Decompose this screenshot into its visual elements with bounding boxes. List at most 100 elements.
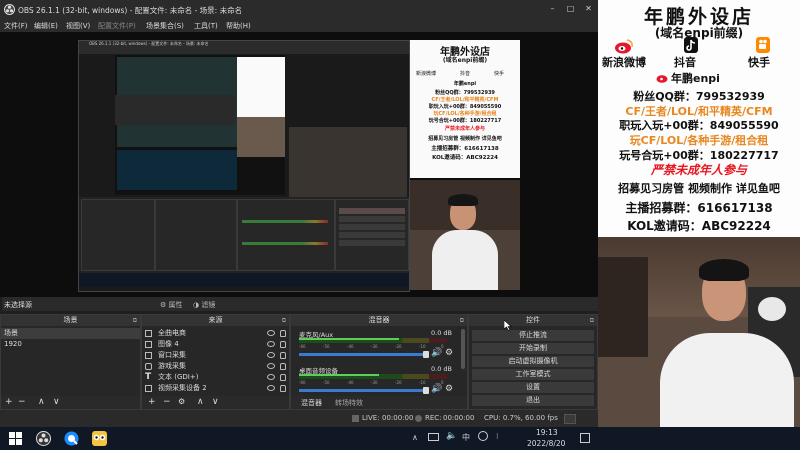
properties-button[interactable]: ⚙ 属性 — [160, 300, 183, 310]
speaker-icon[interactable]: 🔊 — [431, 348, 442, 358]
nested-wallpaper — [117, 150, 237, 190]
visibility-icon[interactable] — [267, 385, 275, 391]
lock-icon[interactable] — [280, 374, 286, 381]
close-icon[interactable]: ✕ — [584, 4, 593, 13]
volume-slider-handle[interactable] — [423, 351, 429, 358]
mixer-header: 混音器 ⧉ — [291, 315, 467, 326]
source-item[interactable]: 全曲电商 — [142, 328, 289, 339]
menu-view[interactable]: 视图(V) — [66, 21, 90, 31]
app-owl-taskbar-icon[interactable] — [92, 431, 107, 446]
menu-tools[interactable]: 工具(T) — [194, 21, 218, 31]
volume-slider-handle[interactable] — [423, 387, 429, 394]
clock-date[interactable]: 2022/8/20 — [527, 439, 565, 448]
social-weibo-label: 新浪微博 — [602, 56, 646, 69]
gear-icon[interactable]: ⚙ — [445, 348, 453, 358]
source-item[interactable]: T 文本 (GDI+) — [142, 372, 289, 383]
tab-mixer[interactable]: 混音器 — [301, 398, 322, 408]
stop-streaming-button[interactable]: 停止推流 — [472, 330, 594, 341]
visibility-icon[interactable] — [267, 352, 275, 358]
remove-icon[interactable]: − — [163, 397, 171, 407]
nested-docks — [79, 197, 409, 287]
maximize-icon[interactable]: □ — [566, 4, 575, 13]
network-icon[interactable] — [428, 433, 439, 441]
move-up-icon[interactable]: ∧ — [38, 397, 45, 407]
lock-icon[interactable] — [280, 352, 286, 359]
dock-float-icon[interactable]: ⧉ — [282, 315, 286, 326]
dock-float-icon[interactable]: ⧉ — [590, 315, 594, 326]
menu-help[interactable]: 帮助(H) — [226, 21, 251, 31]
menu-file[interactable]: 文件(F) — [4, 21, 28, 31]
ime-mode-icon[interactable] — [478, 431, 488, 441]
source-item-label: 文本 (GDI+) — [158, 373, 199, 381]
clock-time[interactable]: 19:13 — [536, 428, 558, 437]
volume-slider[interactable] — [299, 353, 427, 356]
scene-item[interactable]: 场景 — [1, 328, 140, 339]
visibility-icon[interactable] — [267, 330, 275, 336]
browser-taskbar-icon[interactable] — [64, 431, 79, 446]
studio-mode-button[interactable]: 工作室模式 — [472, 369, 594, 380]
ime-punct-icon[interactable]: ⁝ — [496, 432, 499, 441]
menu-edit[interactable]: 编辑(E) — [34, 21, 58, 31]
nested-preview — [115, 55, 285, 195]
visibility-icon[interactable] — [267, 374, 275, 380]
menu-scene-collection[interactable]: 场景集合(S) — [146, 21, 184, 31]
menu-profile[interactable]: 配置文件(P) — [98, 21, 136, 31]
lock-icon[interactable] — [280, 385, 286, 392]
meter-tick: -40 — [347, 344, 354, 349]
minimize-icon[interactable]: – — [548, 4, 557, 13]
visibility-icon[interactable] — [267, 363, 275, 369]
tray-expand-icon[interactable]: ∧ — [412, 433, 418, 442]
input-method-icon[interactable]: 中 — [462, 432, 470, 443]
speaker-icon[interactable]: 🔊 — [431, 384, 442, 394]
dock-float-icon[interactable]: ⧉ — [460, 315, 464, 326]
mixer-scrollbar[interactable] — [461, 329, 465, 369]
settings-button[interactable]: 设置 — [472, 382, 594, 393]
window-icon — [145, 352, 152, 359]
lock-icon[interactable] — [280, 330, 286, 337]
preview-canvas[interactable]: OBS 26.1.1 (32-bit, windows) - 配置文件: 未命名… — [0, 32, 598, 297]
rec-indicator-icon — [415, 415, 422, 422]
preview-line-6: 招募见习房管 视频制作 详见鱼吧 — [428, 136, 502, 142]
move-down-icon[interactable]: ∨ — [212, 397, 219, 407]
social-douyin-label: 抖音 — [674, 56, 696, 69]
exit-button[interactable]: 退出 — [472, 395, 594, 406]
source-item[interactable]: 图像 4 — [142, 339, 289, 350]
nested-btn — [339, 224, 405, 230]
nested-capture: OBS 26.1.1 (32-bit, windows) - 配置文件: 未命名… — [78, 40, 410, 292]
move-down-icon[interactable]: ∨ — [53, 397, 60, 407]
preview-line-7: 主播招募群：616617138 — [431, 146, 499, 152]
source-item[interactable]: 游戏采集 — [142, 361, 289, 372]
start-recording-button[interactable]: 开始录制 — [472, 343, 594, 354]
lock-icon[interactable] — [280, 363, 286, 370]
move-up-icon[interactable]: ∧ — [197, 397, 204, 407]
menu-bar: 文件(F) 编辑(E) 视图(V) 配置文件(P) 场景集合(S) 工具(T) … — [0, 19, 598, 32]
gear-icon[interactable]: ⚙ — [445, 384, 453, 394]
source-item[interactable]: 视频采集设备 2 — [142, 383, 289, 394]
filters-button[interactable]: ◑ 滤镜 — [193, 300, 215, 310]
visibility-icon[interactable] — [267, 341, 275, 347]
scene-item[interactable]: 1920 — [1, 339, 140, 350]
notification-icon[interactable] — [580, 433, 590, 443]
meter-tick: -50 — [323, 344, 330, 349]
add-icon[interactable]: + — [5, 397, 13, 407]
speaker-tray-icon[interactable]: 🔈 — [446, 431, 457, 441]
nested-taskbar — [79, 273, 409, 287]
nested-btn — [339, 240, 405, 246]
shirt-print — [708, 365, 756, 405]
meter-tick: -10 — [419, 380, 426, 385]
lock-icon[interactable] — [280, 341, 286, 348]
preview-line-8: KOL邀请码：ABC92224 — [432, 155, 498, 161]
virtual-camera-button[interactable]: 启动虚拟摄像机 — [472, 356, 594, 367]
dock-float-icon[interactable]: ⧉ — [133, 315, 137, 326]
image-icon — [145, 341, 152, 348]
obs-taskbar-icon[interactable] — [36, 431, 51, 446]
nested-webcam-large — [289, 127, 407, 197]
windows-start-icon[interactable] — [8, 431, 23, 446]
tab-transitions[interactable]: 转场特效 — [335, 398, 363, 408]
gear-icon[interactable]: ⚙ — [178, 397, 185, 406]
source-item[interactable]: 窗口采集 — [142, 350, 289, 361]
volume-slider[interactable] — [299, 389, 427, 392]
source-item-label: 游戏采集 — [158, 362, 186, 370]
remove-icon[interactable]: − — [18, 397, 26, 407]
add-icon[interactable]: + — [148, 397, 156, 407]
